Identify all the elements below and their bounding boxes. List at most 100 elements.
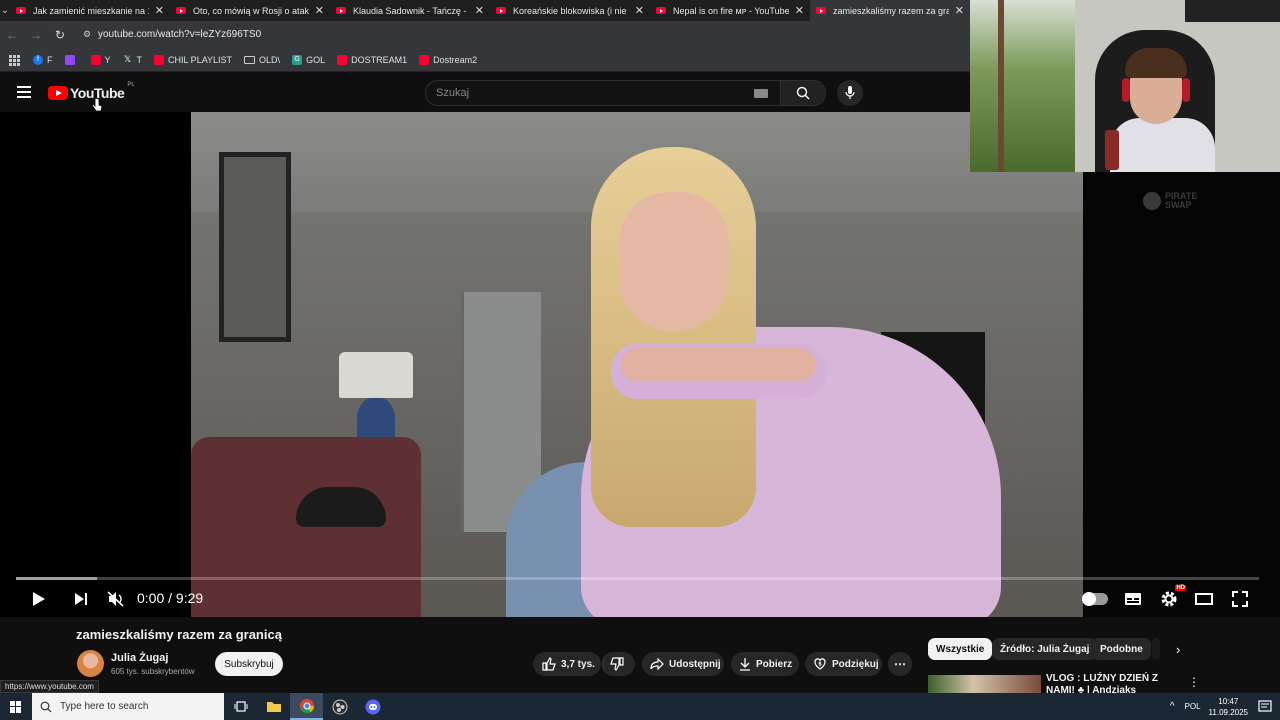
youtube-icon xyxy=(90,54,101,65)
channel-avatar[interactable] xyxy=(77,650,104,677)
clock[interactable]: 10:47 11.09.2025 xyxy=(1209,696,1248,718)
close-tab-icon[interactable]: ✕ xyxy=(955,4,964,17)
taskbar-search-placeholder: Type here to search xyxy=(60,701,149,712)
apps-grid-icon[interactable] xyxy=(9,54,20,66)
subscriber-count: 605 tys. subskrybentów xyxy=(111,667,195,676)
chrome-button[interactable] xyxy=(290,693,323,720)
search-box[interactable]: Szukaj xyxy=(425,80,826,106)
bookmarks-bar: fF Y 𝕏T CHIL PLAYLIST OLD\ G GOL DOSTREAM… xyxy=(0,48,970,72)
browser-tab-active[interactable]: zamieszkaliśmy razem za granic ✕ xyxy=(810,0,970,21)
forward-arrow-icon[interactable]: → xyxy=(24,28,48,42)
bookmark-youtube[interactable]: Y xyxy=(90,54,111,65)
video-player[interactable]: PIRATE SWAP 0:00 / 9:29 HD xyxy=(0,112,1280,617)
site-info-icon[interactable]: ⚙ xyxy=(80,28,94,42)
next-button[interactable] xyxy=(70,587,92,611)
close-tab-icon[interactable]: ✕ xyxy=(315,4,324,17)
bookmark-twitch[interactable] xyxy=(64,54,79,65)
discord-icon xyxy=(365,699,380,714)
theater-mode-button[interactable] xyxy=(1193,587,1215,611)
chevron-right-icon[interactable]: › xyxy=(1176,642,1180,657)
clock-time: 10:47 xyxy=(1218,696,1239,706)
download-button[interactable]: Pobierz xyxy=(731,652,799,676)
voice-search-button[interactable] xyxy=(837,80,863,106)
progress-bar[interactable] xyxy=(16,577,1259,580)
like-button[interactable]: 3,7 tys. xyxy=(533,652,601,676)
bookmark-gol[interactable]: G GOL xyxy=(292,54,325,65)
task-view-button[interactable] xyxy=(224,693,257,720)
browser-tab-strip: ⌄ Jak zamienić mieszkanie na 100 ✕ Oto, c… xyxy=(0,0,970,21)
settings-button[interactable]: HD xyxy=(1157,585,1186,611)
bookmark-chil-playlist[interactable]: CHIL PLAYLIST xyxy=(154,54,232,65)
close-tab-icon[interactable]: ✕ xyxy=(635,4,644,17)
notifications-icon[interactable] xyxy=(1258,699,1272,714)
bookmark-dostream1[interactable]: DOSTREAM1 xyxy=(337,54,407,65)
svg-text:$: $ xyxy=(818,662,822,668)
youtube-favicon-icon xyxy=(656,7,666,14)
subscribe-button[interactable]: Subskrybuj xyxy=(215,652,283,676)
obs-button[interactable] xyxy=(323,693,356,720)
close-tab-icon[interactable]: ✕ xyxy=(795,4,804,17)
thumbs-up-icon xyxy=(542,657,556,671)
discord-button[interactable] xyxy=(356,693,389,720)
subtitles-button[interactable] xyxy=(1122,587,1144,611)
video-title: zamieszkaliśmy razem za granicą xyxy=(76,627,282,642)
time-display: 0:00 / 9:29 xyxy=(137,590,204,606)
close-tab-icon[interactable]: ✕ xyxy=(475,4,484,17)
fullscreen-icon xyxy=(1232,591,1248,607)
chip-all[interactable]: Wszystkie xyxy=(928,638,993,660)
browser-tab[interactable]: Nepal is on fire ᴍᴘ - YouTube ✕ xyxy=(650,0,810,21)
reload-icon[interactable]: ↻ xyxy=(48,28,72,42)
file-explorer-button[interactable] xyxy=(257,693,290,720)
video-details: zamieszkaliśmy razem za granicą Julia Żu… xyxy=(0,617,1280,696)
theater-mode-icon xyxy=(1195,593,1213,605)
chip-from-channel[interactable]: Źródło: Julia Żugaj xyxy=(992,638,1098,660)
play-button[interactable] xyxy=(28,587,50,611)
bookmark-folder-old[interactable]: OLD\ xyxy=(244,55,280,65)
heart-dollar-icon: $ xyxy=(814,658,826,670)
fullscreen-button[interactable] xyxy=(1229,587,1251,611)
thanks-button[interactable]: $ Podziękuj xyxy=(805,652,882,676)
youtube-favicon-icon xyxy=(176,7,186,14)
browser-tab[interactable]: Klaudia Sadownik - Tańczę - Yo ✕ xyxy=(330,0,490,21)
input-language[interactable]: POL xyxy=(1185,702,1201,711)
dislike-button[interactable] xyxy=(602,652,635,676)
back-arrow-icon[interactable]: ← xyxy=(0,28,24,42)
skip-next-icon xyxy=(75,593,87,605)
youtube-icon xyxy=(154,54,165,65)
search-button[interactable] xyxy=(780,81,825,105)
link-status-bar: https://www.youtube.com xyxy=(0,680,99,693)
chip-partial[interactable] xyxy=(1152,638,1160,660)
mute-button[interactable] xyxy=(104,587,128,611)
x-logo-icon: 𝕏 xyxy=(123,54,132,64)
hd-badge: HD xyxy=(1175,585,1186,591)
share-button[interactable]: Udostępnij xyxy=(642,652,724,676)
chrome-icon xyxy=(299,698,314,713)
more-vertical-icon[interactable]: ⋮ xyxy=(1188,675,1200,689)
windows-taskbar: Type here to search ^ POL 10:47 11.09.20… xyxy=(0,693,1280,720)
bookmark-x[interactable]: 𝕏T xyxy=(123,54,142,65)
taskbar-search[interactable]: Type here to search xyxy=(32,693,224,720)
keyboard-icon[interactable] xyxy=(754,88,768,98)
start-button[interactable] xyxy=(0,693,32,720)
recommendation-thumbnail[interactable] xyxy=(928,675,1041,693)
browser-tab[interactable]: Oto, co mówią w Rosji o ataku ✕ xyxy=(170,0,330,21)
chevron-up-icon[interactable]: ^ xyxy=(1170,701,1175,712)
url-bar[interactable]: ⚙ youtube.com/watch?v=leZYz696TS0 xyxy=(76,24,956,45)
tab-search-dropdown-icon[interactable]: ⌄ xyxy=(0,0,10,21)
channel-name[interactable]: Julia Żugaj xyxy=(111,652,168,664)
more-actions-button[interactable]: ⋯ xyxy=(888,652,912,676)
browser-tab[interactable]: Koreańskie blokowiska (i nie ty ✕ xyxy=(490,0,650,21)
windows-logo-icon xyxy=(10,700,22,713)
bookmark-facebook[interactable]: fF xyxy=(33,54,53,65)
task-view-icon xyxy=(234,700,247,712)
menu-hamburger-icon[interactable] xyxy=(17,86,31,98)
autoplay-toggle[interactable] xyxy=(1080,587,1110,611)
close-tab-icon[interactable]: ✕ xyxy=(155,4,164,17)
bookmark-dostream2[interactable]: Dostream2 xyxy=(419,54,477,65)
browser-tab[interactable]: Jak zamienić mieszkanie na 100 ✕ xyxy=(10,0,170,21)
volume-muted-icon xyxy=(107,591,124,607)
youtube-play-logo-icon xyxy=(48,86,68,100)
search-input[interactable]: Szukaj xyxy=(426,87,754,99)
mouse-pointer-hand-icon xyxy=(91,97,103,112)
chip-related[interactable]: Podobne xyxy=(1092,638,1151,660)
